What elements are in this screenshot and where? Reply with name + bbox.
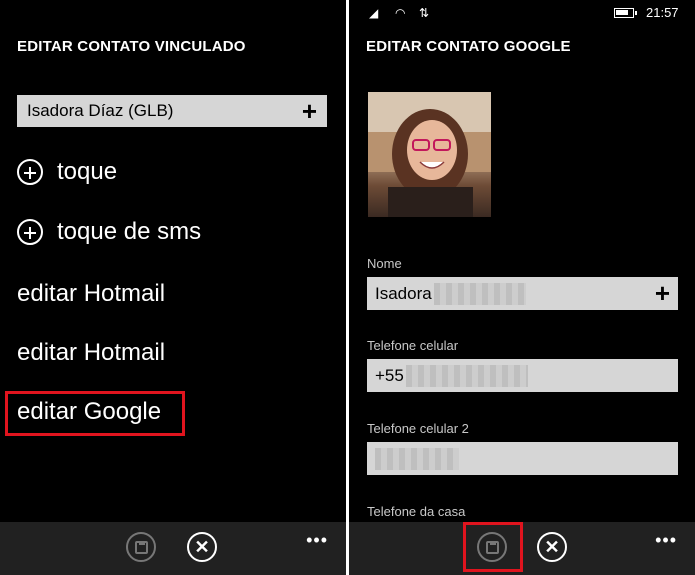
edit-hotmail-1[interactable]: editar Hotmail: [17, 280, 165, 308]
left-screen: EDITAR CONTATO VINCULADO Isadora Díaz (G…: [0, 0, 346, 575]
mobile-field[interactable]: +55: [367, 359, 678, 392]
name-value: Isadora: [375, 283, 432, 303]
add-icon[interactable]: +: [302, 98, 317, 124]
mobile-label: Telefone celular: [367, 338, 459, 353]
data-icon: ⇅: [419, 6, 430, 20]
redacted-block: [375, 447, 459, 470]
close-icon: ✕: [544, 537, 560, 557]
sms-tone-label: toque de sms: [57, 218, 202, 245]
highlight-box: [463, 522, 523, 572]
page-title: EDITAR CONTATO VINCULADO: [17, 38, 246, 55]
cancel-button[interactable]: ✕: [187, 532, 217, 562]
name-label: Nome: [367, 256, 402, 271]
contact-photo[interactable]: [368, 92, 491, 217]
mobile-value: +55: [375, 365, 404, 385]
mobile2-field[interactable]: [367, 442, 678, 475]
add-circle-icon: [17, 159, 43, 185]
mobile2-label: Telefone celular 2: [367, 421, 469, 436]
close-icon: ✕: [194, 537, 210, 557]
highlight-box: [5, 391, 185, 436]
status-bar: ◢ ◠ ⇅ 21:57: [349, 0, 695, 26]
signal-icon: ◢: [369, 6, 379, 20]
redacted-block: [405, 364, 528, 387]
save-icon: [134, 540, 148, 554]
right-screen: ◢ ◠ ⇅ 21:57 EDITAR CONTATO GOOGLE Nome I…: [349, 0, 695, 575]
contact-photo-image: [368, 92, 491, 217]
ringtone-item[interactable]: toque: [17, 158, 117, 186]
linked-contact-name: Isadora Díaz (GLB): [27, 101, 174, 120]
more-button[interactable]: •••: [306, 530, 328, 551]
sms-tone-item[interactable]: toque de sms: [17, 218, 201, 246]
ringtone-label: toque: [57, 158, 118, 185]
edit-hotmail-2[interactable]: editar Hotmail: [17, 339, 165, 367]
app-bar: ✕ •••: [0, 522, 346, 575]
add-icon[interactable]: +: [655, 280, 670, 306]
save-button[interactable]: [126, 532, 156, 562]
battery-icon: [614, 8, 637, 18]
more-button[interactable]: •••: [655, 530, 677, 551]
clock: 21:57: [646, 5, 679, 20]
redacted-block: [433, 282, 526, 305]
home-phone-label: Telefone da casa: [367, 504, 466, 519]
add-circle-icon: [17, 219, 43, 245]
name-field[interactable]: Isadora +: [367, 277, 678, 310]
cancel-button[interactable]: ✕: [537, 532, 567, 562]
page-title: EDITAR CONTATO GOOGLE: [366, 38, 571, 55]
linked-contact-item[interactable]: Isadora Díaz (GLB) +: [17, 95, 327, 127]
wifi-icon: ◠: [395, 6, 406, 20]
